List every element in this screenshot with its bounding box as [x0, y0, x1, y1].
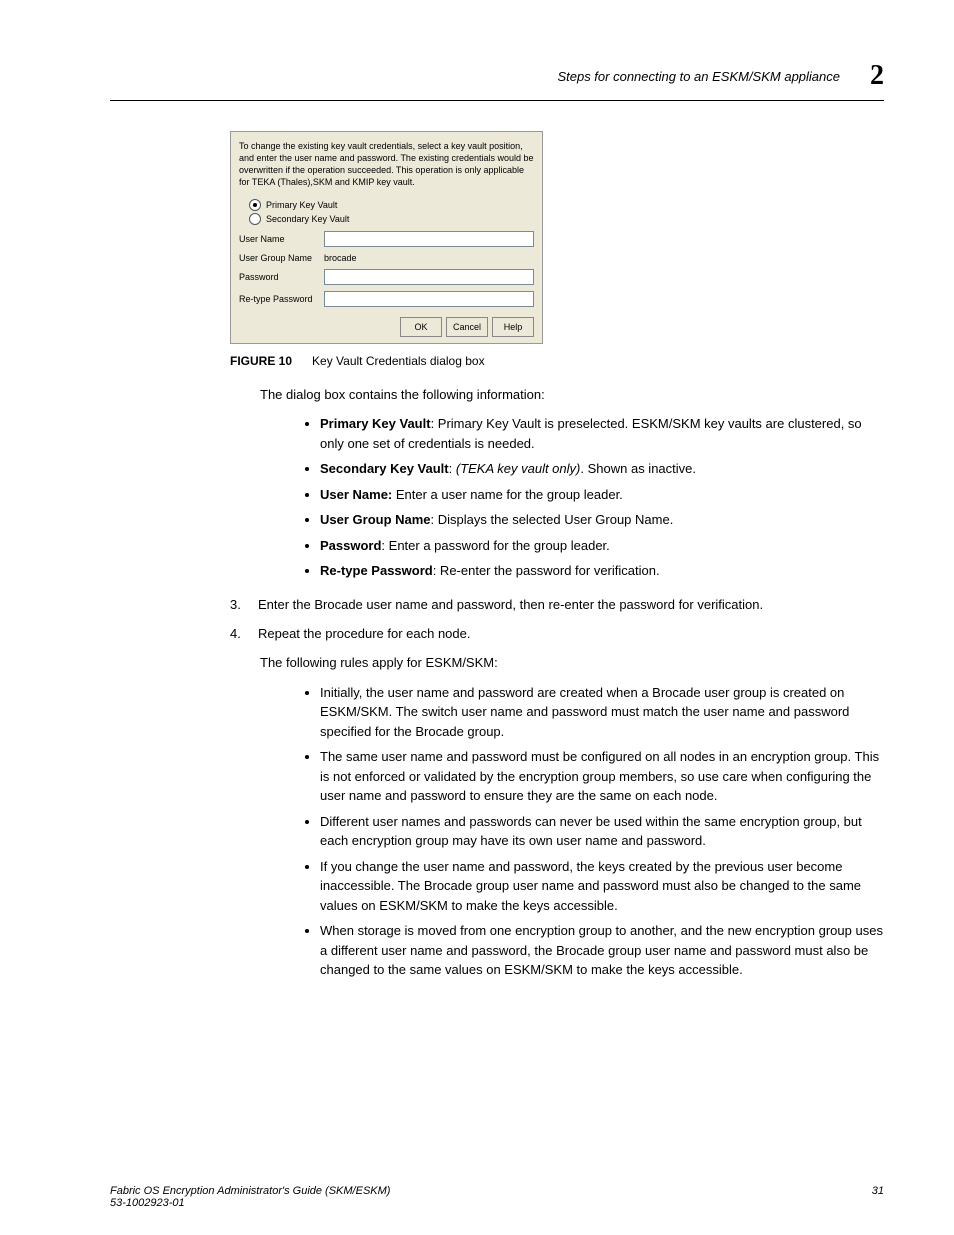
rules-list: Initially, the user name and password ar… [260, 683, 884, 980]
definition-list: Primary Key Vault: Primary Key Vault is … [260, 414, 884, 581]
dialog-description: To change the existing key vault credent… [239, 140, 534, 189]
user-group-name-label: User Group Name [239, 253, 324, 263]
list-item: The same user name and password must be … [320, 747, 884, 806]
list-item: Different user names and passwords can n… [320, 812, 884, 851]
radio-unselected-icon [249, 213, 261, 225]
page-header: Steps for connecting to an ESKM/SKM appl… [110, 60, 884, 101]
list-item: User Group Name: Displays the selected U… [320, 510, 884, 530]
step-4: 4.Repeat the procedure for each node. [230, 624, 884, 644]
list-item: Password: Enter a password for the group… [320, 536, 884, 556]
password-input[interactable] [324, 269, 534, 285]
list-item: If you change the user name and password… [320, 857, 884, 916]
retype-password-label: Re-type Password [239, 294, 324, 304]
radio-label: Primary Key Vault [266, 200, 337, 210]
figure-label: FIGURE 10 [230, 354, 292, 368]
help-button[interactable]: Help [492, 317, 534, 337]
user-name-input[interactable] [324, 231, 534, 247]
list-item: User Name: Enter a user name for the gro… [320, 485, 884, 505]
list-item: Secondary Key Vault: (TEKA key vault onl… [320, 459, 884, 479]
list-item: Primary Key Vault: Primary Key Vault is … [320, 414, 884, 453]
intro-paragraph: The dialog box contains the following in… [260, 386, 884, 405]
footer-book-title: Fabric OS Encryption Administrator's Gui… [110, 1185, 390, 1197]
radio-selected-icon [249, 199, 261, 211]
user-group-name-value: brocade [324, 253, 357, 263]
password-label: Password [239, 272, 324, 282]
footer-doc-number: 53-1002923-01 [110, 1197, 390, 1209]
figure-caption: FIGURE 10 Key Vault Credentials dialog b… [230, 354, 884, 368]
chapter-number: 2 [870, 60, 884, 92]
retype-password-input[interactable] [324, 291, 534, 307]
secondary-key-vault-radio[interactable]: Secondary Key Vault [249, 213, 534, 225]
list-item: Re-type Password: Re-enter the password … [320, 561, 884, 581]
footer-page-number: 31 [872, 1185, 884, 1209]
step-3: 3.Enter the Brocade user name and passwo… [230, 595, 884, 615]
cancel-button[interactable]: Cancel [446, 317, 488, 337]
figure-text: Key Vault Credentials dialog box [312, 354, 485, 368]
rules-intro: The following rules apply for ESKM/SKM: [260, 654, 884, 673]
primary-key-vault-radio[interactable]: Primary Key Vault [249, 199, 534, 211]
key-vault-credentials-dialog: To change the existing key vault credent… [230, 131, 543, 344]
radio-label: Secondary Key Vault [266, 214, 349, 224]
section-title: Steps for connecting to an ESKM/SKM appl… [557, 69, 840, 84]
user-name-label: User Name [239, 234, 324, 244]
page-footer: Fabric OS Encryption Administrator's Gui… [110, 1185, 884, 1209]
list-item: When storage is moved from one encryptio… [320, 921, 884, 980]
list-item: Initially, the user name and password ar… [320, 683, 884, 742]
ok-button[interactable]: OK [400, 317, 442, 337]
